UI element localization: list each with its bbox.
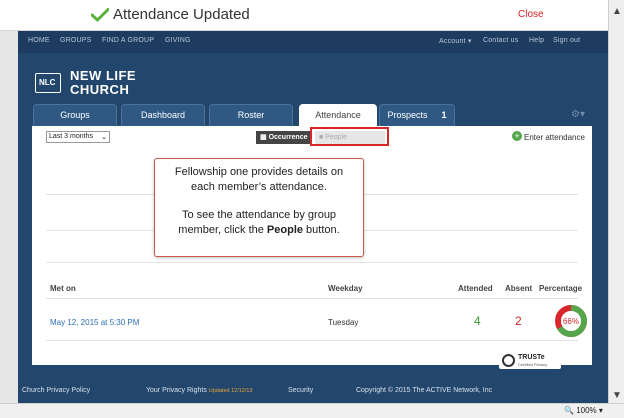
notification-bar: Attendance Updated Close [0,0,608,31]
tab-attendance[interactable]: Attendance [299,104,377,126]
chevron-down-icon: ⌄ [101,134,107,141]
scrollbar[interactable] [608,0,624,403]
row-divider [46,298,578,299]
footer-privacy-policy[interactable]: Church Privacy Policy [22,387,90,394]
checkmark-icon [91,8,109,22]
row-divider [46,340,578,341]
nav-find-a-group[interactable]: FIND A GROUP [102,37,154,44]
church-logo-text[interactable]: NEW LIFE CHURCH [70,69,136,97]
attendance-panel: Last 3 months ⌄ ▦ Occurrence ■ People + … [32,126,592,365]
calendar-icon: ▦ [260,134,267,141]
prospects-count-badge: 1 [441,110,447,120]
met-on-link[interactable]: May 12, 2015 at 5:30 PM [50,318,139,327]
callout-people-bold: People [266,224,303,236]
footer-security[interactable]: Security [288,387,313,394]
scroll-up-icon[interactable]: ▲ [612,6,622,17]
callout-line-3: To see the attendance by group [181,209,337,221]
nav-home[interactable]: HOME [28,37,50,44]
logo-mark-text: NLC [39,78,56,87]
callout-line-1: Fellowship one provides details on [174,166,344,178]
column-header-percentage[interactable]: Percentage [539,284,582,293]
nav-contact-us[interactable]: Contact us [483,37,518,44]
status-bar: 🔍 100% ▾ [0,403,624,418]
zoom-icon: 🔍 [564,406,574,415]
nav-help[interactable]: Help [529,37,544,44]
tab-prospects-label: Prospects [387,110,428,120]
people-button-highlight [310,127,389,146]
footer-copyright: Copyright © 2015 The ACTIVE Network, Inc [356,387,493,394]
nav-groups[interactable]: GROUPS [60,37,92,44]
column-header-absent[interactable]: Absent [505,284,532,293]
tab-bar: Groups Dashboard Roster Attendance Prosp… [18,104,608,126]
occurrence-label: Occurrence [268,134,308,141]
callout-line-4: member, click the People button. [163,223,355,238]
enter-attendance-link[interactable]: Enter attendance [524,133,585,142]
truste-logo-icon [502,354,515,367]
absent-count: 2 [515,314,522,328]
tab-prospects[interactable]: Prospects 1 [379,104,455,126]
top-navigation: HOME GROUPS FIND A GROUP GIVING Account … [18,31,608,53]
tab-roster[interactable]: Roster [209,104,293,126]
column-header-attended[interactable]: Attended [458,284,493,293]
logo-line-2: CHURCH [70,82,130,97]
column-header-met-on[interactable]: Met on [50,284,76,293]
truste-title: TRUSTe [518,354,545,361]
site-container: HOME GROUPS FIND A GROUP GIVING Account … [18,31,608,403]
church-logo-mark[interactable]: NLC [35,73,61,93]
footer-privacy-rights-label: Your Privacy Rights [146,387,207,394]
callout-line-4-prefix: member, click the [178,224,267,236]
percentage-donut: 66% [555,305,587,337]
callout-line-2: each member’s attendance. [191,181,327,193]
tab-dashboard[interactable]: Dashboard [121,104,205,126]
browser-frame: Attendance Updated Close ▲ ▼ HOME GROUPS… [0,0,624,418]
attended-count: 4 [474,314,481,328]
logo-line-1: NEW LIFE [70,68,137,83]
nav-sign-out[interactable]: Sign out [553,37,580,44]
notification-title: Attendance Updated [113,6,250,23]
occurrence-button[interactable]: ▦ Occurrence [256,131,312,144]
tooltip-callout: Fellowship one provides details on each … [154,158,364,257]
plus-circle-icon[interactable]: + [512,131,522,141]
weekday-cell: Tuesday [328,318,359,327]
donut-label: 66% [563,317,579,326]
nav-giving[interactable]: GIVING [165,37,191,44]
site-footer: Church Privacy Policy Your Privacy Right… [18,380,608,403]
close-button[interactable]: Close [518,9,544,20]
column-header-weekday[interactable]: Weekday [328,284,363,293]
footer-privacy-rights[interactable]: Your Privacy Rights Updated 12/12/13 [146,387,253,394]
truste-subtitle: Certified Privacy [518,362,548,367]
date-range-select[interactable]: Last 3 months ⌄ [46,131,110,143]
callout-line-4-suffix: button. [303,224,340,236]
zoom-level[interactable]: 🔍 100% ▾ [564,406,603,415]
nav-account[interactable]: Account ▾ [439,37,472,45]
footer-updated-date: Updated 12/12/13 [208,388,253,394]
zoom-value: 100% [576,406,597,415]
tab-groups[interactable]: Groups [33,104,117,126]
scroll-down-icon[interactable]: ▼ [612,390,622,401]
gear-icon[interactable]: ⚙▾ [571,109,585,120]
truste-badge[interactable]: TRUSTe Certified Privacy [499,352,561,369]
row-divider [46,262,578,263]
date-range-value: Last 3 months [49,133,93,140]
